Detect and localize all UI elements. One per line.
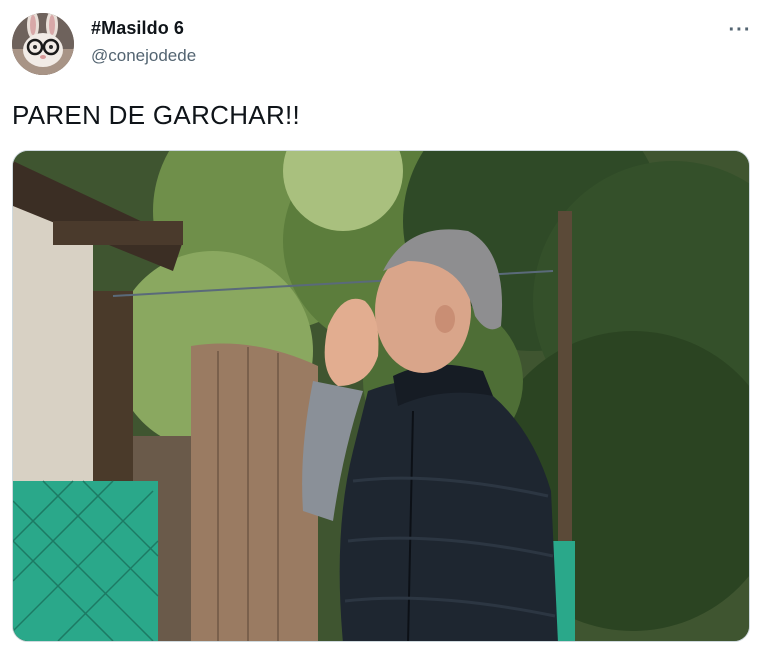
rabbit-avatar-icon	[12, 13, 74, 75]
user-avatar[interactable]	[12, 13, 74, 75]
tweet-card: #Masildo 6 @conejodede ··· PAREN DE GARC…	[0, 0, 768, 655]
display-name[interactable]: #Masildo 6	[91, 18, 184, 39]
user-handle[interactable]: @conejodede	[91, 46, 196, 66]
tweet-text: PAREN DE GARCHAR!!	[12, 100, 301, 130]
tweet-photo[interactable]	[12, 150, 750, 642]
more-dots-icon: ···	[728, 19, 752, 41]
photo-man-shouting-over-fence	[13, 151, 749, 641]
more-options-button[interactable]: ···	[726, 18, 754, 42]
